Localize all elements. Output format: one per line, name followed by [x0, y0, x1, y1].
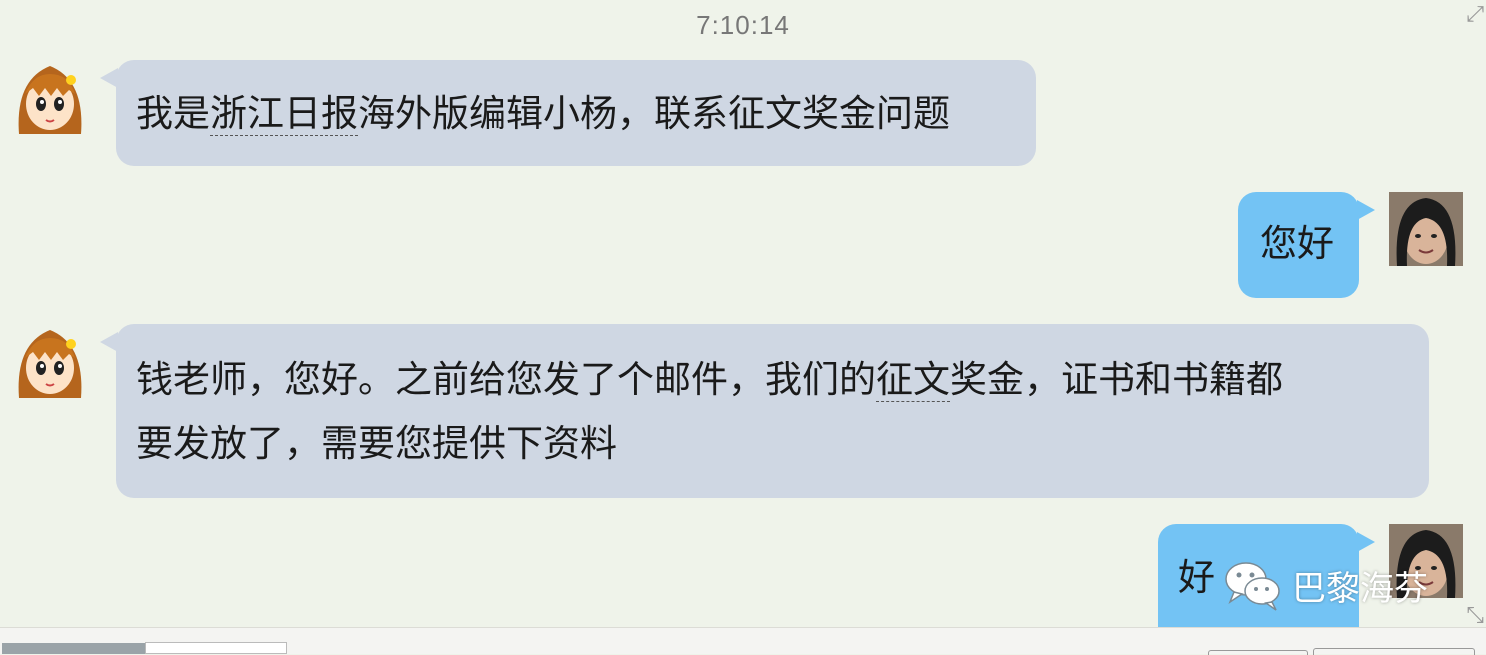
resize-icon[interactable]: ⤡ — [1466, 603, 1484, 627]
user-photo-avatar — [1389, 192, 1463, 266]
user-avatar[interactable] — [1389, 192, 1463, 266]
toolbar-button[interactable] — [1313, 648, 1475, 655]
message-text-line: 钱老师，您好。之前给您发了个邮件，我们的征文奖金，证书和书籍都 — [136, 358, 1283, 402]
toolbar-tab[interactable] — [145, 642, 287, 654]
watermark: 巴黎海芬 — [1222, 558, 1428, 612]
cartoon-girl-avatar — [13, 60, 87, 134]
message-bubble-outgoing[interactable]: 您好 — [1238, 192, 1359, 298]
bubble-tail — [1357, 200, 1375, 220]
message-text-line: 要发放了，需要您提供下资料 — [136, 422, 617, 465]
message-bubble-incoming[interactable]: 我是浙江日报海外版编辑小杨，联系征文奖金问题 — [116, 60, 1036, 166]
watermark-text: 巴黎海芬 — [1292, 568, 1428, 609]
bottom-toolbar — [0, 627, 1486, 655]
message-text: 我是浙江日报海外版编辑小杨，联系征文奖金问题 — [136, 92, 950, 136]
toolbar-tab[interactable] — [2, 643, 145, 654]
message-bubble-incoming[interactable]: 钱老师，您好。之前给您发了个邮件，我们的征文奖金，证书和书籍都 要发放了，需要您… — [116, 324, 1429, 498]
bubble-tail — [100, 332, 118, 352]
wechat-icon — [1225, 562, 1280, 611]
bubble-tail — [100, 68, 118, 88]
contact-avatar[interactable] — [13, 60, 87, 134]
cartoon-girl-avatar — [13, 324, 87, 398]
message-timestamp: 7:10:14 — [696, 10, 790, 40]
chat-history[interactable]: 7:10:14 我是浙江日报海外版编辑小杨，联系征文奖金问题 您好 钱老师，您好… — [0, 0, 1486, 627]
message-text: 好 — [1178, 556, 1215, 599]
expand-icon[interactable]: ⤢ — [1466, 2, 1484, 27]
bubble-tail — [1357, 532, 1375, 552]
contact-avatar[interactable] — [13, 324, 87, 398]
link-keyword[interactable]: 征文 — [876, 358, 950, 402]
message-text: 您好 — [1260, 222, 1334, 265]
link-keyword[interactable]: 浙江日报 — [210, 92, 358, 136]
